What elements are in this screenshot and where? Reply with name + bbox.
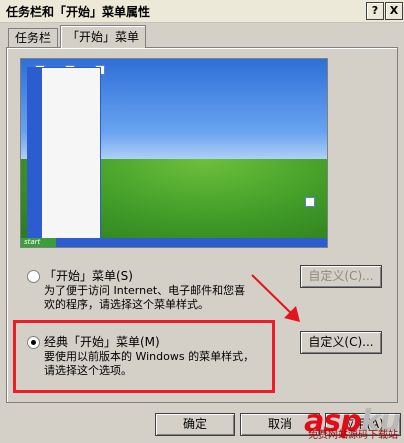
- annotation-arrow-icon: [251, 274, 300, 322]
- tab-start-menu[interactable]: 「开始」菜单: [60, 25, 147, 48]
- watermark-subtitle: 免费网站源码下载站: [308, 430, 398, 441]
- ok-button[interactable]: 确定: [155, 413, 235, 436]
